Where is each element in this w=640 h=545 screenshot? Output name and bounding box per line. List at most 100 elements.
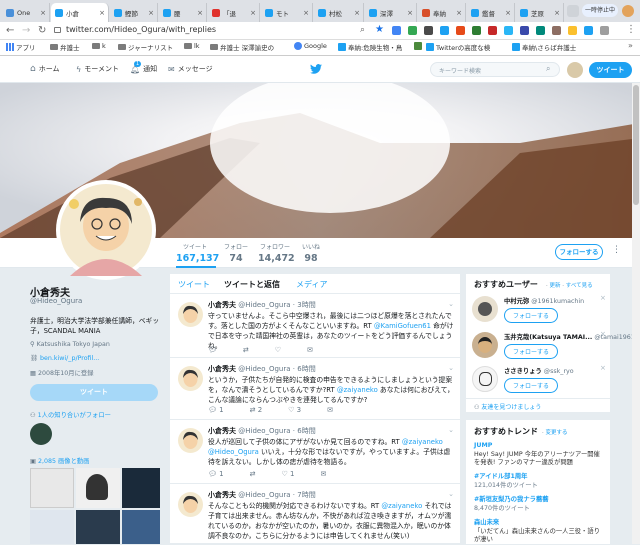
retweet-icon[interactable]: ⇄: [243, 346, 249, 354]
chevron-down-icon[interactable]: ⌄: [448, 300, 454, 308]
more-options-icon[interactable]: ⋮: [612, 245, 621, 255]
tweet[interactable]: 小倉秀夫 @Hideo_Ogura · 7時間 ⌄ そんなことも公的機関が対応で…: [170, 484, 460, 544]
media-thumbnail[interactable]: [76, 468, 120, 508]
follower-avatar[interactable]: [30, 423, 52, 445]
mail-icon[interactable]: ✉: [327, 406, 333, 414]
tweet-author[interactable]: 小倉秀夫 @Hideo_Ogura · 7時間: [208, 490, 316, 500]
close-icon[interactable]: ×: [600, 294, 606, 302]
photos-videos-link[interactable]: ▣ 2,085 画像と動画: [30, 456, 89, 465]
follow-user-button[interactable]: フォローする: [504, 378, 559, 393]
profile-avatar[interactable]: [56, 180, 156, 280]
twitter-logo-icon[interactable]: [310, 64, 322, 74]
extension-icon[interactable]: [440, 26, 449, 35]
profile-link[interactable]: ⛓ ben.kiwi/_p/Profil...: [30, 354, 99, 362]
search-icon[interactable]: ⌕: [360, 25, 365, 35]
search-icon[interactable]: ⌕: [546, 64, 550, 74]
browser-tab[interactable]: One ×: [2, 3, 50, 22]
change-link[interactable]: 変更する: [546, 430, 568, 436]
star-icon[interactable]: ★: [375, 24, 384, 35]
tweet-to-button[interactable]: ツイート: [30, 384, 158, 401]
recommended-user[interactable]: 玉井克哉(Katsuya TAMAI... @tamai1961 フォローする …: [472, 330, 635, 364]
tab-tweets[interactable]: ツイート: [178, 279, 210, 290]
stat-tweets[interactable]: ツイート 167,137: [176, 242, 219, 264]
bookmark-folder[interactable]: 弁護士 深澤諭史の: [210, 42, 274, 52]
chevron-down-icon[interactable]: ⌄: [448, 426, 454, 434]
close-icon[interactable]: ×: [554, 9, 560, 17]
close-icon[interactable]: ×: [197, 9, 203, 17]
extension-icon[interactable]: [504, 26, 513, 35]
browser-tab[interactable]: 腰 ×: [159, 3, 207, 22]
like-icon[interactable]: ♡ 1: [281, 470, 294, 478]
stat-followers[interactable]: フォロワー 14,472: [258, 242, 295, 264]
tweet[interactable]: 小倉秀夫 @Hideo_Ogura · 6時間 ⌄ 役人が巡回して子供の体にアザ…: [170, 420, 460, 484]
scrollbar[interactable]: [632, 83, 640, 544]
bookmark-google[interactable]: Google: [294, 42, 327, 50]
scrollbar-thumb[interactable]: [633, 85, 639, 205]
browser-tab[interactable]: モト ×: [261, 3, 313, 22]
chevron-down-icon[interactable]: ⌄: [448, 490, 454, 498]
close-icon[interactable]: ×: [456, 9, 462, 17]
profile-handle[interactable]: @Hideo_Ogura: [30, 297, 82, 305]
extension-icon[interactable]: [536, 26, 545, 35]
avatar[interactable]: [472, 296, 498, 322]
nav-moments[interactable]: ϟ モーメント: [76, 64, 119, 74]
followers-you-know[interactable]: ⚇ 1人の知り合いがフォロー: [30, 410, 111, 419]
tweet-button[interactable]: ツイート: [589, 62, 632, 78]
nav-messages[interactable]: ✉ メッセージ: [168, 64, 213, 74]
avatar[interactable]: [622, 5, 634, 17]
chevron-down-icon[interactable]: ⌄: [448, 364, 454, 372]
media-thumbnail[interactable]: [122, 510, 160, 544]
close-icon[interactable]: ×: [354, 9, 360, 17]
extension-icon[interactable]: [552, 26, 561, 35]
stat-likes[interactable]: いいね 98: [298, 242, 324, 264]
close-icon[interactable]: ×: [600, 330, 606, 338]
tweet-author[interactable]: 小倉秀夫 @Hideo_Ogura · 6時間: [208, 364, 316, 374]
bookmark-link[interactable]: 奉納:危険生物・鳥: [338, 42, 402, 52]
tweet-avatar[interactable]: [178, 492, 203, 517]
close-icon[interactable]: ×: [148, 9, 154, 17]
mention-link[interactable]: @zaiyaneko: [381, 502, 422, 510]
retweet-icon[interactable]: ⇄: [250, 470, 256, 478]
mention-link[interactable]: @Hideo_Ogura: [208, 448, 259, 456]
mail-icon[interactable]: ✉: [320, 470, 326, 478]
retweet-icon[interactable]: ⇄ 2: [250, 406, 263, 414]
search-input[interactable]: キーワード検索: [430, 62, 560, 77]
close-icon[interactable]: ×: [303, 9, 309, 17]
bookmark-apps[interactable]: アプリ: [6, 42, 36, 52]
mention-link[interactable]: @zaiyaneko: [337, 386, 378, 394]
follow-user-button[interactable]: フォローする: [504, 344, 559, 359]
new-tab-button[interactable]: [567, 5, 579, 17]
tweet-author[interactable]: 小倉秀夫 @Hideo_Ogura · 6時間: [208, 426, 316, 436]
more-icon[interactable]: »: [628, 41, 633, 50]
refresh-link[interactable]: 更新: [550, 283, 561, 289]
extension-icon[interactable]: [456, 26, 465, 35]
trend-item[interactable]: JUMP Hey! Say! JUMP 今年のアリーナツアー開催を発表! ファンの…: [474, 442, 604, 468]
follow-user-button[interactable]: フォローする: [504, 308, 559, 323]
view-all-link[interactable]: すべて見る: [566, 283, 593, 289]
browser-tab[interactable]: 奉納 ×: [418, 3, 466, 22]
browser-tab[interactable]: 「退 ×: [208, 3, 260, 22]
trend-item[interactable]: #新垣友梨乃の我ナラ蕎蕎 8,470件のツイート: [474, 496, 604, 513]
like-icon[interactable]: ♡ 3: [288, 406, 301, 414]
reload-icon[interactable]: ↻: [38, 25, 46, 36]
browser-tab[interactable]: 村松 ×: [314, 3, 364, 22]
avatar[interactable]: [472, 366, 498, 392]
close-icon[interactable]: ×: [40, 9, 46, 17]
nav-notifications[interactable]: 🔔︎ 1 通知: [130, 60, 157, 74]
browser-tab[interactable]: 芝原 ×: [516, 3, 564, 22]
extension-icon[interactable]: [584, 26, 593, 35]
close-icon[interactable]: ×: [600, 364, 606, 372]
browser-tab[interactable]: 鑑督 ×: [467, 3, 515, 22]
extension-icon[interactable]: [392, 26, 401, 35]
bookmark-link[interactable]: Twitterの高度な検: [426, 42, 490, 52]
bookmark-folder[interactable]: 弁護士: [50, 42, 80, 52]
extension-icon[interactable]: [600, 26, 609, 35]
trend-item[interactable]: #アイドル部1周年 121,014件のツイート: [474, 473, 604, 490]
extension-icon[interactable]: [408, 26, 417, 35]
recommended-user[interactable]: ささきりょう @ssk_ryo フォローする ×: [472, 364, 608, 394]
close-icon[interactable]: ×: [505, 9, 511, 17]
extension-icon[interactable]: [568, 26, 577, 35]
tweet-author[interactable]: 小倉秀夫 @Hideo_Ogura · 3時間: [208, 300, 316, 310]
media-thumbnail[interactable]: [76, 510, 120, 544]
avatar[interactable]: [472, 332, 498, 358]
